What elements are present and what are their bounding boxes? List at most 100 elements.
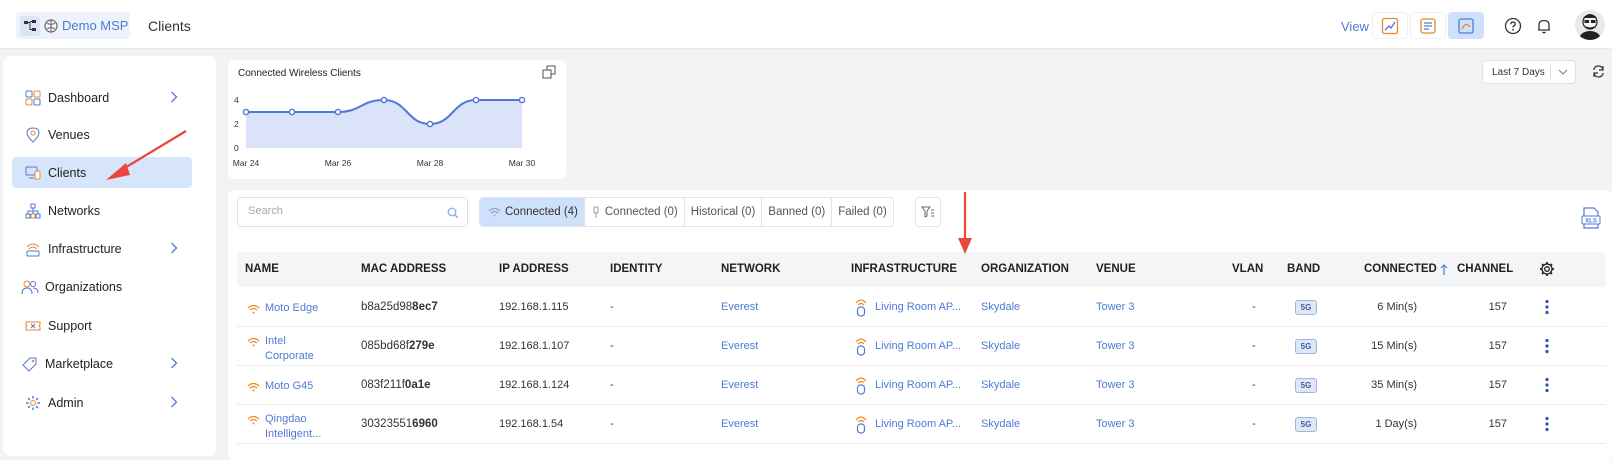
client-name-link[interactable]: Qingdao Intelligent... xyxy=(265,412,321,442)
row-actions-icon[interactable] xyxy=(1545,416,1549,437)
search-input[interactable] xyxy=(248,205,438,217)
organization-link[interactable]: Skydale xyxy=(981,301,1020,313)
venue-link[interactable]: Tower 3 xyxy=(1096,418,1135,430)
ip-address: 192.168.1.115 xyxy=(499,301,569,313)
mac-prefix: 083f211f xyxy=(361,379,405,391)
tab-banned[interactable]: Banned (0) xyxy=(762,198,833,226)
chart-point[interactable] xyxy=(472,96,480,104)
chevron-right-icon[interactable] xyxy=(170,241,178,259)
chevron-right-icon[interactable] xyxy=(170,356,178,374)
infrastructure-link[interactable]: Living Room AP... xyxy=(875,340,961,352)
tab-connected-wireless[interactable]: Connected (4) xyxy=(480,198,585,226)
infrastructure-link[interactable]: Living Room AP... xyxy=(875,379,961,391)
tab-historical[interactable]: Historical (0) xyxy=(685,198,763,226)
column-header-band[interactable]: BAND xyxy=(1287,263,1320,275)
identity: - xyxy=(610,301,614,313)
network-link[interactable]: Everest xyxy=(721,418,758,430)
column-header-connected[interactable]: CONNECTED xyxy=(1364,263,1437,275)
sidebar-item-admin[interactable]: Admin xyxy=(12,387,192,418)
avatar[interactable] xyxy=(1575,10,1605,40)
date-range-select[interactable]: Last 7 Days xyxy=(1482,60,1576,84)
vlan: - xyxy=(1252,418,1256,430)
organization-link[interactable]: Skydale xyxy=(981,340,1020,352)
report-view-button[interactable] xyxy=(1410,12,1446,39)
table-settings-gear-icon[interactable] xyxy=(1539,261,1555,282)
export-xls-icon[interactable]: XLS xyxy=(1581,207,1601,234)
column-header-network[interactable]: NETWORK xyxy=(721,263,780,275)
column-header-vlan[interactable]: VLAN xyxy=(1232,263,1263,275)
network-link[interactable]: Everest xyxy=(721,301,758,313)
table-row[interactable]: Moto G45 083f211f0a1e 192.168.1.124 - Everes… xyxy=(237,366,1606,405)
venue-link[interactable]: Tower 3 xyxy=(1096,379,1135,391)
column-header-organization[interactable]: ORGANIZATION xyxy=(981,263,1069,275)
column-header-ip[interactable]: IP ADDRESS xyxy=(499,263,569,275)
column-header-channel[interactable]: CHANNEL xyxy=(1457,263,1513,275)
column-header-mac[interactable]: MAC ADDRESS xyxy=(361,263,446,275)
mac-prefix: 30323551 xyxy=(361,418,413,430)
sort-ascending-icon[interactable] xyxy=(1440,263,1448,281)
access-point-icon xyxy=(854,414,868,439)
bell-icon[interactable] xyxy=(1534,16,1554,36)
dashboard-icon xyxy=(24,89,42,107)
connected-duration: 35 Min(s) xyxy=(1371,379,1417,391)
filter-button[interactable] xyxy=(915,197,941,227)
mac-address: 085bd68f279e xyxy=(361,340,435,352)
sidebar-item-marketplace[interactable]: Marketplace xyxy=(12,348,192,379)
sidebar-item-infrastructure[interactable]: Infrastructure xyxy=(12,233,192,264)
chart-point[interactable] xyxy=(288,108,296,116)
chevron-right-icon[interactable] xyxy=(170,90,178,108)
column-header-name[interactable]: NAME xyxy=(245,263,279,275)
sidebar-item-venues[interactable]: Venues xyxy=(12,119,192,150)
chart-point[interactable] xyxy=(380,96,388,104)
search-box[interactable] xyxy=(237,197,468,227)
chart-point[interactable] xyxy=(242,108,250,116)
venue-link[interactable]: Tower 3 xyxy=(1096,340,1135,352)
column-header-identity[interactable]: IDENTITY xyxy=(610,263,662,275)
tab-connected-wired[interactable]: Connected (0) xyxy=(585,198,685,226)
row-actions-icon[interactable] xyxy=(1545,377,1549,398)
client-name-link[interactable]: Moto Edge xyxy=(265,301,318,316)
sidebar-item-dashboard[interactable]: Dashboard xyxy=(12,82,192,113)
client-name-link[interactable]: Moto G45 xyxy=(265,379,313,394)
chevron-right-icon[interactable] xyxy=(170,395,178,413)
organization-link[interactable]: Skydale xyxy=(981,418,1020,430)
table-row[interactable]: Intel Corporate 085bd68f279e 192.168.1.107 -… xyxy=(237,327,1606,366)
chart-point[interactable] xyxy=(518,96,526,104)
dashboard-view-button[interactable] xyxy=(1372,12,1408,39)
tab-failed[interactable]: Failed (0) xyxy=(832,198,893,226)
mac-prefix: 085bd68f xyxy=(361,340,409,352)
sidebar-item-organizations[interactable]: Organizations xyxy=(12,271,192,302)
brand-name: Demo MSP xyxy=(62,18,129,33)
refresh-icon[interactable] xyxy=(1592,65,1605,83)
venue-link[interactable]: Tower 3 xyxy=(1096,301,1135,313)
devices-icon xyxy=(24,164,42,182)
client-name-line: Corporate xyxy=(265,350,314,362)
row-actions-icon[interactable] xyxy=(1545,338,1549,359)
network-link[interactable]: Everest xyxy=(721,379,758,391)
row-actions-icon[interactable] xyxy=(1545,299,1549,320)
page-title: Clients xyxy=(148,18,191,34)
search-icon[interactable] xyxy=(447,206,459,224)
analytics-view-button[interactable] xyxy=(1448,12,1484,39)
x-tick-label: Mar 24 xyxy=(233,158,260,168)
hierarchy-icon[interactable] xyxy=(20,15,40,36)
help-icon[interactable] xyxy=(1503,16,1523,36)
tab-label: Connected (0) xyxy=(604,206,678,218)
chart-point[interactable] xyxy=(426,120,434,128)
sidebar-item-support[interactable]: Support xyxy=(12,310,192,341)
brand-switcher[interactable]: Demo MSP xyxy=(16,12,130,39)
table-row[interactable]: Qingdao Intelligent... 303235516960 192.168… xyxy=(237,405,1606,444)
sidebar-item-clients[interactable]: Clients xyxy=(12,157,192,188)
network-link[interactable]: Everest xyxy=(721,340,758,352)
column-header-infrastructure[interactable]: INFRASTRUCTURE xyxy=(851,263,957,275)
access-point-icon xyxy=(854,336,868,361)
column-header-venue[interactable]: VENUE xyxy=(1096,263,1136,275)
organization-link[interactable]: Skydale xyxy=(981,379,1020,391)
infrastructure-link[interactable]: Living Room AP... xyxy=(875,418,961,430)
table-row[interactable]: Moto Edge b8a25d988ec7 192.168.1.115 - Evere… xyxy=(237,288,1606,327)
client-name-link[interactable]: Intel Corporate xyxy=(265,334,314,364)
sidebar-item-networks[interactable]: Networks xyxy=(12,195,192,226)
infrastructure-link[interactable]: Living Room AP... xyxy=(875,301,961,313)
chart-point[interactable] xyxy=(334,108,342,116)
identity: - xyxy=(610,340,614,352)
